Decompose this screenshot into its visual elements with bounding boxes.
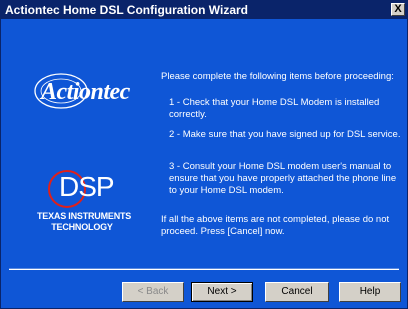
divider [9,268,399,270]
actiontec-wordmark: Actiontec [41,79,130,105]
title-bar[interactable]: Actiontec Home DSL Configuration Wizard … [1,1,407,19]
window-title: Actiontec Home DSL Configuration Wizard [5,3,249,17]
ti-tagline: TECHNOLOGY [51,222,113,232]
checklist-item-3: 3 - Consult your Home DSL modem user's m… [169,161,397,196]
wizard-window: Actiontec Home DSL Configuration Wizard … [0,0,408,309]
help-button[interactable]: Help [339,282,401,302]
cancel-button[interactable]: Cancel [265,282,329,302]
intro-text: Please complete the following items befo… [161,71,394,82]
actiontec-logo: Actiontec [27,69,137,113]
warning-text: If all the above items are not completed… [161,214,390,237]
next-button[interactable]: Next > [191,282,253,302]
checklist-item-2: 2 - Make sure that you have signed up fo… [169,129,401,140]
ti-dsp-logo: DSP TEXAS INSTRUMENTS TECHNOLOGY [37,167,132,239]
ti-name: TEXAS INSTRUMENTS [37,211,132,221]
checklist-item-1: 1 - Check that your Home DSL Modem is in… [169,97,380,120]
back-button[interactable]: < Back [122,282,184,302]
close-button[interactable]: X [391,3,405,16]
dsp-text: DSP [59,171,115,202]
